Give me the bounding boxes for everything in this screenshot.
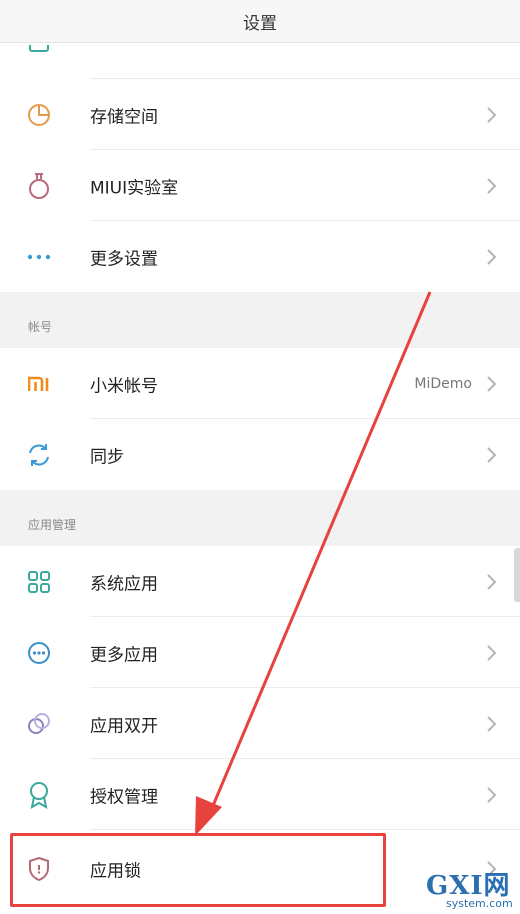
row-dual-apps[interactable]: 应用双开 bbox=[0, 688, 520, 759]
settings-group-account: 小米帐号 MiDemo 同步 bbox=[0, 348, 520, 490]
row-label: 存储空间 bbox=[90, 107, 158, 127]
lab-flask-icon bbox=[25, 172, 53, 200]
row-label: 更多应用 bbox=[90, 645, 158, 665]
row-label: 更多设置 bbox=[90, 249, 158, 269]
storage-pie-icon bbox=[25, 101, 53, 129]
row-storage[interactable]: 存储空间 bbox=[0, 79, 520, 150]
chevron-right-icon bbox=[487, 248, 497, 265]
row-more-apps[interactable]: 更多应用 bbox=[0, 617, 520, 688]
row-sync[interactable]: 同步 bbox=[0, 419, 520, 490]
partial-row-top[interactable] bbox=[0, 43, 520, 79]
row-permissions[interactable]: 授权管理 bbox=[0, 759, 520, 830]
chevron-right-icon bbox=[487, 177, 497, 194]
sync-icon bbox=[25, 441, 53, 469]
chevron-right-icon bbox=[487, 446, 497, 463]
row-label: 系统应用 bbox=[90, 574, 158, 594]
chevron-right-icon bbox=[487, 375, 497, 392]
page-title: 设置 bbox=[243, 13, 277, 34]
mi-logo-icon bbox=[25, 370, 53, 398]
watermark-site: system.com bbox=[446, 897, 513, 910]
section-label-account: 帐号 bbox=[28, 320, 53, 334]
scrollbar-handle[interactable] bbox=[514, 548, 520, 602]
row-miui-lab[interactable]: MIUI实验室 bbox=[0, 150, 520, 221]
row-label: 小米帐号 bbox=[90, 376, 158, 396]
chevron-right-icon bbox=[487, 644, 497, 661]
partial-icon bbox=[25, 45, 53, 53]
row-mi-account[interactable]: 小米帐号 MiDemo bbox=[0, 348, 520, 419]
row-label: 授权管理 bbox=[90, 787, 158, 807]
chevron-right-icon bbox=[487, 715, 497, 732]
chevron-right-icon bbox=[487, 106, 497, 123]
more-circle-icon bbox=[25, 639, 53, 667]
watermark: GXI网 system.com bbox=[418, 865, 518, 911]
settings-group-general: 存储空间 MIUI实验室 更多设置 bbox=[0, 43, 520, 292]
row-more-settings[interactable]: 更多设置 bbox=[0, 221, 520, 292]
highlight-box bbox=[10, 833, 386, 907]
row-label: 同步 bbox=[90, 447, 124, 467]
chevron-right-icon bbox=[487, 573, 497, 590]
dual-circles-icon bbox=[25, 710, 53, 738]
row-label: MIUI实验室 bbox=[90, 178, 179, 198]
more-dots-icon bbox=[25, 243, 53, 271]
section-label-apps: 应用管理 bbox=[28, 518, 77, 532]
row-system-apps[interactable]: 系统应用 bbox=[0, 546, 520, 617]
row-label: 应用双开 bbox=[90, 716, 158, 736]
badge-icon bbox=[25, 781, 53, 809]
chevron-right-icon bbox=[487, 786, 497, 803]
grid-apps-icon bbox=[25, 568, 53, 596]
account-value: MiDemo bbox=[414, 375, 472, 392]
top-bar: 设置 bbox=[0, 0, 520, 43]
